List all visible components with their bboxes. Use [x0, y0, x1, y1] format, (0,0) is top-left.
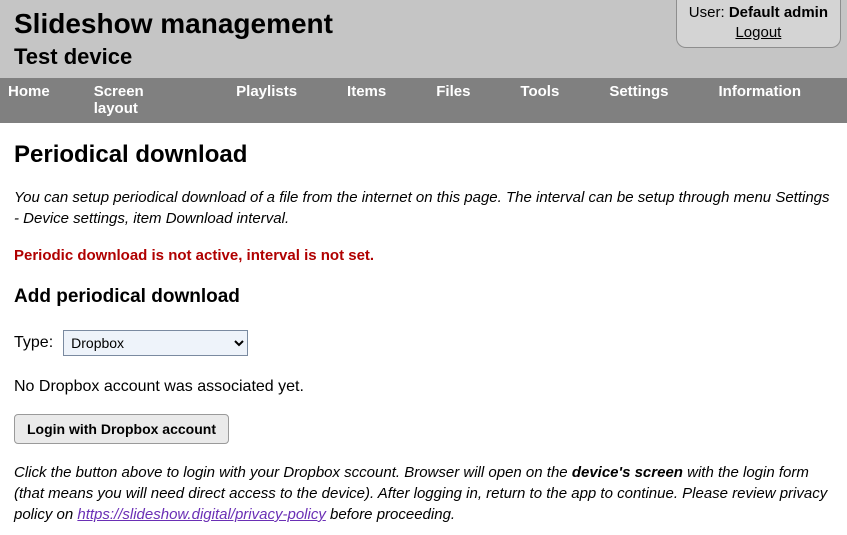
nav-tools[interactable]: Tools — [514, 78, 575, 123]
instructions-part1: Click the button above to login with you… — [14, 464, 572, 481]
login-dropbox-button[interactable]: Login with Dropbox account — [14, 414, 229, 444]
header: User: Default admin Logout Slideshow man… — [0, 0, 847, 78]
user-label: User: — [689, 4, 729, 21]
content: Periodical download You can setup period… — [0, 123, 847, 535]
nav-information[interactable]: Information — [713, 78, 818, 123]
nav-screen-layout[interactable]: Screen layout — [88, 78, 202, 123]
navbar: Home Screen layout Playlists Items Files… — [0, 78, 847, 123]
warning-text: Periodic download is not active, interva… — [14, 247, 833, 264]
type-row: Type: Dropbox — [14, 330, 833, 356]
section-title: Add periodical download — [14, 286, 833, 308]
intro-text: You can setup periodical download of a f… — [14, 187, 833, 229]
nav-items[interactable]: Items — [341, 78, 402, 123]
nav-home[interactable]: Home — [2, 78, 66, 123]
instructions-bold: device's screen — [572, 464, 683, 481]
nav-settings[interactable]: Settings — [603, 78, 684, 123]
type-select[interactable]: Dropbox — [63, 330, 248, 356]
nav-files[interactable]: Files — [430, 78, 486, 123]
type-label: Type: — [14, 334, 53, 352]
instructions: Click the button above to login with you… — [14, 462, 833, 525]
nav-playlists[interactable]: Playlists — [230, 78, 313, 123]
user-name: Default admin — [729, 4, 828, 21]
dropbox-status: No Dropbox account was associated yet. — [14, 378, 833, 396]
privacy-policy-link[interactable]: https://slideshow.digital/privacy-policy — [77, 506, 325, 523]
page-title: Periodical download — [14, 141, 833, 169]
user-box: User: Default admin Logout — [676, 0, 841, 48]
logout-link[interactable]: Logout — [735, 23, 781, 43]
instructions-part3: before proceeding. — [326, 506, 455, 523]
